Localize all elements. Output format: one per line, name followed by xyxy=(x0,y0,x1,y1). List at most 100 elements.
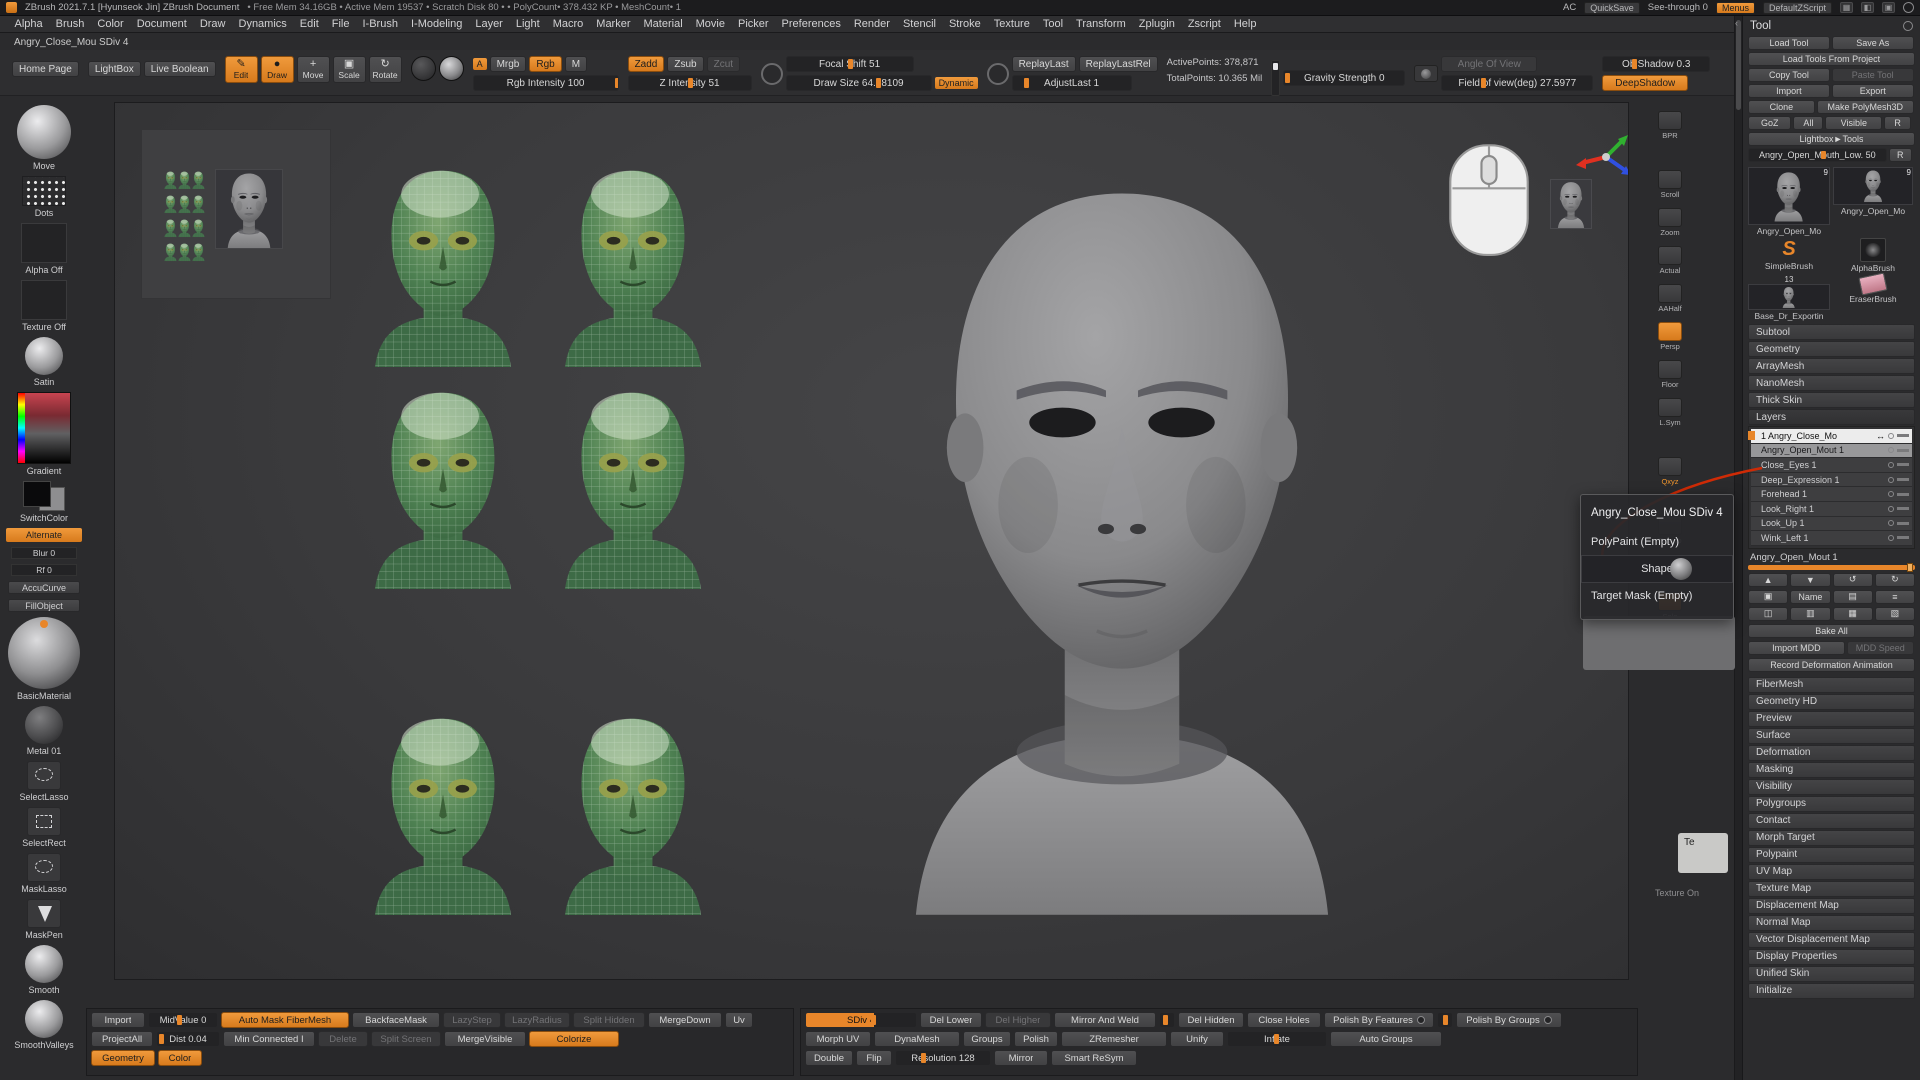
tool-subpalette-bar[interactable]: UV Map xyxy=(1748,864,1915,880)
stroke-curve-icon[interactable] xyxy=(761,63,783,85)
zcut-button[interactable]: Zcut xyxy=(707,56,740,72)
layer-eye-icon[interactable] xyxy=(1888,477,1894,483)
bottom-button[interactable]: ZRemesher xyxy=(1061,1031,1167,1047)
menu-item[interactable]: Stroke xyxy=(942,18,987,30)
document-canvas[interactable] xyxy=(114,102,1629,980)
left-shelf-item[interactable]: AccuCurve xyxy=(8,581,80,594)
tool-panel-button[interactable]: Angry_Open_Mouth_Low. 50 xyxy=(1748,148,1887,162)
right-shelf-button[interactable]: AAHalf xyxy=(1658,284,1682,313)
field-of-view-slider[interactable]: Field of view(deg) 27.5977 xyxy=(1441,75,1593,91)
bottom-button[interactable]: Geometry xyxy=(91,1050,155,1066)
tool-subpalette-bar[interactable]: Masking xyxy=(1748,762,1915,778)
bottom-button[interactable]: Split Screen xyxy=(371,1031,441,1047)
left-shelf-item[interactable]: MaskPen xyxy=(25,899,63,940)
see-through-slider[interactable]: See-through 0 xyxy=(1648,2,1708,13)
left-shelf-item[interactable]: Alternate xyxy=(6,528,82,542)
menu-item[interactable]: Alpha xyxy=(8,18,49,30)
deep-shadow-button[interactable]: DeepShadow xyxy=(1602,75,1688,91)
tool-subpalette-bar[interactable]: Subtool xyxy=(1748,324,1915,340)
draw-button[interactable]: ●Draw xyxy=(261,56,294,83)
right-shelf-button[interactable]: Actual xyxy=(1658,246,1682,275)
layers-subpalette-bar[interactable]: Layers xyxy=(1748,409,1915,425)
right-shelf-button[interactable]: Qxyz xyxy=(1658,457,1682,486)
bottom-button[interactable]: Polish By Features xyxy=(1324,1012,1434,1028)
bottom-button[interactable]: Delete xyxy=(318,1031,368,1047)
layer-nav-button[interactable]: ↺ xyxy=(1833,573,1873,587)
left-shelf-item[interactable]: SelectRect xyxy=(22,807,66,848)
replay-icon[interactable] xyxy=(987,63,1009,85)
gravity-strength-slider[interactable]: Gravity Strength 0 xyxy=(1283,70,1405,86)
move-button[interactable]: +Move xyxy=(297,56,330,83)
bottom-button[interactable]: Split Hidden xyxy=(573,1012,645,1028)
bottom-button[interactable]: Flip xyxy=(856,1050,892,1066)
layer-edit-button[interactable]: ▣ xyxy=(1748,590,1788,604)
layer-row[interactable]: Look_Up 1 ↔ xyxy=(1751,517,1912,532)
tool-subpalette-bar[interactable]: Polygroups xyxy=(1748,796,1915,812)
right-shelf-button[interactable]: BPR xyxy=(1658,111,1682,140)
tool-panel-button[interactable]: Lightbox►Tools xyxy=(1748,132,1915,146)
import-mdd-button[interactable]: Import MDD xyxy=(1748,641,1845,655)
menu-item[interactable]: I-Brush xyxy=(356,18,404,30)
layer-row[interactable]: 1 Angry_Close_Mo ↔ xyxy=(1751,429,1912,444)
recent-tool-thumbnail[interactable]: 9 xyxy=(1833,167,1913,205)
tool-subpalette-bar[interactable]: Display Properties xyxy=(1748,949,1915,965)
left-shelf-item[interactable]: Blur 0 xyxy=(11,547,77,559)
layer-edit-button[interactable]: ▤ xyxy=(1833,590,1873,604)
window-split-icon[interactable]: ▣ xyxy=(1882,2,1895,13)
scale-button[interactable]: ▣Scale xyxy=(333,56,366,83)
layer-mini-slider[interactable] xyxy=(1897,449,1909,452)
menu-item[interactable]: Transform xyxy=(1070,18,1133,30)
bottom-button[interactable]: LazyStep xyxy=(443,1012,501,1028)
mdd-speed-button[interactable]: MDD Speed xyxy=(1847,641,1914,655)
left-shelf-item[interactable]: Alpha Off xyxy=(21,223,67,275)
layer-row[interactable]: Close_Eyes 1 ↔ xyxy=(1751,458,1912,473)
layer-row[interactable]: Deep_Expression 1 ↔ xyxy=(1751,473,1912,488)
layer-eye-icon[interactable] xyxy=(1888,491,1894,497)
tool-subpalette-bar[interactable]: Polypaint xyxy=(1748,847,1915,863)
bottom-button[interactable]: SDiv 4 xyxy=(805,1012,917,1028)
left-shelf-item[interactable]: MaskLasso xyxy=(21,853,67,894)
layer-mini-slider[interactable] xyxy=(1897,522,1909,525)
layer-eye-icon[interactable] xyxy=(1888,520,1894,526)
layer-edit-button[interactable]: Name xyxy=(1790,590,1830,604)
layout-icon[interactable]: ▦ xyxy=(1840,2,1853,13)
tool-subpalette-bar[interactable]: Preview xyxy=(1748,711,1915,727)
tool-subpalette-bar[interactable]: Unified Skin xyxy=(1748,966,1915,982)
left-shelf-item[interactable]: Rf 0 xyxy=(11,564,77,576)
tool-panel-button[interactable]: Copy Tool xyxy=(1748,68,1830,82)
bottom-button[interactable]: Min Connected I xyxy=(223,1031,315,1047)
replay-last-rel-button[interactable]: ReplayLastRel xyxy=(1079,56,1158,72)
layer-nav-button[interactable]: ▲ xyxy=(1748,573,1788,587)
menu-item[interactable]: I-Modeling xyxy=(404,18,468,30)
tool-subpalette-bar[interactable]: Geometry xyxy=(1748,341,1915,357)
bottom-button[interactable]: Dist 0.04 xyxy=(156,1031,220,1047)
tool-panel-button[interactable]: Make PolyMesh3D xyxy=(1817,100,1914,114)
eraser-brush-icon[interactable] xyxy=(1858,272,1887,295)
replay-last-button[interactable]: ReplayLast xyxy=(1012,56,1076,72)
tool-subpalette-bar[interactable]: Visibility xyxy=(1748,779,1915,795)
tool-panel-button[interactable]: Import xyxy=(1748,84,1830,98)
layer-mini-slider[interactable] xyxy=(1897,463,1909,466)
bottom-button[interactable]: Morph UV xyxy=(805,1031,871,1047)
panel-collapse-icon[interactable]: ‹ xyxy=(1735,18,1738,28)
angle-of-view-button[interactable]: Angle Of View xyxy=(1441,56,1537,72)
edit-button[interactable]: ✎Edit xyxy=(225,56,258,83)
tool-subpalette-bar[interactable]: Geometry HD xyxy=(1748,694,1915,710)
palette-dock-icon[interactable]: ◧ xyxy=(1861,2,1874,13)
lightbox-button[interactable]: LightBox xyxy=(88,61,141,77)
camera-icon[interactable] xyxy=(1414,65,1438,82)
tool-subpalette-bar[interactable]: Thick Skin xyxy=(1748,392,1915,408)
rgb-button[interactable]: Rgb xyxy=(529,56,561,72)
layer-eye-icon[interactable] xyxy=(1888,433,1894,439)
bottom-button[interactable]: BackfaceMask xyxy=(352,1012,440,1028)
left-shelf-item[interactable]: FillObject xyxy=(8,599,80,612)
z-intensity-slider[interactable]: Z Intensity 51 xyxy=(628,75,752,91)
home-page-button[interactable]: Home Page xyxy=(12,61,79,77)
bottom-button[interactable]: DynaMesh xyxy=(874,1031,960,1047)
bottom-button[interactable]: ProjectAll xyxy=(91,1031,153,1047)
bottom-button[interactable]: Unify xyxy=(1170,1031,1224,1047)
menu-item[interactable]: Texture xyxy=(987,18,1036,30)
left-shelf-item[interactable]: Move xyxy=(17,105,71,171)
sculpted-head-model[interactable] xyxy=(893,119,1351,955)
tool-panel-button[interactable]: Paste Tool xyxy=(1832,68,1914,82)
